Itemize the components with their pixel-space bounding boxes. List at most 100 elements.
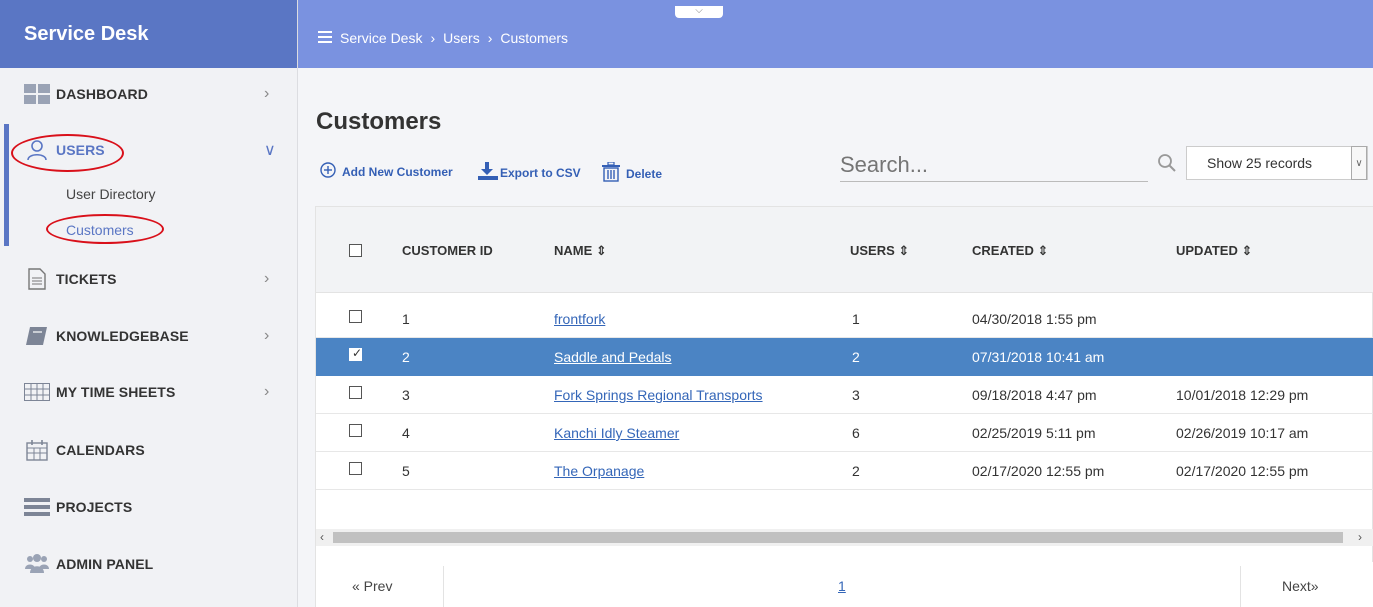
calendar-icon: [24, 439, 50, 461]
document-icon: [24, 268, 50, 290]
table-header: CUSTOMER ID NAME ⇕ USERS ⇕ CREATED ⇕ UPD…: [316, 207, 1373, 293]
scroll-left-icon[interactable]: ‹: [320, 530, 324, 544]
breadcrumb-item-service-desk[interactable]: Service Desk: [340, 30, 422, 46]
breadcrumb-item-users[interactable]: Users: [443, 30, 480, 46]
row-checkbox[interactable]: [349, 462, 362, 475]
search-icon[interactable]: [1158, 154, 1176, 175]
cell-name: Saddle and Pedals: [554, 349, 672, 365]
collapse-header-toggle[interactable]: ⌵: [675, 6, 723, 18]
sidebar-item-admin-panel[interactable]: ADMIN PANEL: [0, 544, 298, 584]
app-title: Service Desk: [0, 0, 297, 68]
table-row-selected[interactable]: ✓ 2 Saddle and Pedals 2 07/31/2018 10:41…: [316, 338, 1373, 376]
table-row[interactable]: 5 The Orpanage 2 02/17/2020 12:55 pm 02/…: [316, 452, 1373, 490]
sidebar-item-label: ADMIN PANEL: [56, 556, 154, 572]
chevron-right-icon: ›: [264, 270, 270, 287]
breadcrumb-separator: ›: [430, 30, 436, 46]
delete-label: Delete: [626, 166, 663, 181]
sidebar-item-label: CALENDARS: [56, 442, 145, 458]
cell-customer-id: 5: [402, 463, 410, 479]
cell-created: 09/18/2018 4:47 pm: [972, 387, 1097, 403]
prev-page-button[interactable]: « Prev: [352, 578, 392, 594]
sidebar-item-projects[interactable]: PROJECTS: [0, 487, 298, 527]
timesheet-grid-icon: [24, 381, 50, 403]
select-all-checkbox[interactable]: [349, 244, 362, 257]
menu-icon[interactable]: [318, 30, 332, 46]
customer-name-link[interactable]: Saddle and Pedals: [554, 349, 672, 365]
top-bar: ⌵ Service Desk › Users › Customers: [298, 0, 1373, 68]
column-header-created[interactable]: CREATED ⇕: [972, 243, 1048, 259]
row-checkbox[interactable]: [349, 424, 362, 437]
row-checkbox[interactable]: [349, 310, 362, 323]
sidebar-item-label: PROJECTS: [56, 499, 133, 515]
chevron-right-icon: ›: [264, 383, 270, 400]
divider: [1240, 566, 1241, 607]
cell-updated: 02/26/2019 10:17 am: [1176, 425, 1309, 441]
sidebar-item-calendars[interactable]: CALENDARS: [0, 430, 298, 470]
cell-created: 07/31/2018 10:41 am: [972, 349, 1105, 365]
records-per-page-select[interactable]: Show 25 records ∨: [1186, 146, 1368, 180]
row-checkbox-checked[interactable]: ✓: [349, 346, 363, 361]
cell-name: Kanchi Idly Steamer: [554, 425, 679, 441]
chevron-right-icon: ›: [264, 85, 270, 102]
cell-customer-id: 2: [402, 349, 410, 365]
sidebar-item-knowledgebase[interactable]: KNOWLEDGEBASE ›: [0, 316, 298, 356]
admin-group-icon: [24, 553, 50, 575]
search-input[interactable]: [840, 148, 1148, 182]
breadcrumb-item-customers: Customers: [500, 30, 569, 46]
customer-name-link[interactable]: Fork Springs Regional Transports: [554, 387, 763, 403]
column-header-name[interactable]: NAME ⇕: [554, 243, 607, 259]
table-row[interactable]: 3 Fork Springs Regional Transports 3 09/…: [316, 376, 1373, 414]
page-title: Customers: [316, 108, 442, 135]
table-row[interactable]: 1 frontfork 1 04/30/2018 1:55 pm: [316, 300, 1373, 338]
cell-users: 2: [852, 349, 860, 365]
scrollbar-thumb[interactable]: [333, 532, 1343, 543]
dashboard-icon: [24, 83, 50, 105]
delete-button[interactable]: Delete: [602, 161, 663, 185]
sidebar-item-dashboard[interactable]: DASHBOARD ›: [0, 74, 298, 114]
divider: [443, 566, 444, 607]
cell-updated: 02/17/2020 12:55 pm: [1176, 463, 1309, 479]
cell-updated: 10/01/2018 12:29 pm: [1176, 387, 1309, 403]
column-header-updated[interactable]: UPDATED ⇕: [1176, 243, 1252, 259]
export-to-csv-button[interactable]: Export to CSV: [478, 162, 581, 183]
sidebar-item-tickets[interactable]: TICKETS ›: [0, 259, 298, 299]
plus-circle-icon: [320, 162, 336, 181]
horizontal-scrollbar[interactable]: ‹ ›: [316, 529, 1373, 546]
pagination: « Prev 1 Next»: [316, 562, 1373, 607]
sidebar-item-label: KNOWLEDGEBASE: [56, 328, 189, 344]
cell-name: frontfork: [554, 311, 605, 327]
cell-users: 3: [852, 387, 860, 403]
export-to-csv-label: Export to CSV: [500, 165, 581, 180]
column-header-users[interactable]: USERS ⇕: [850, 243, 909, 259]
customer-name-link[interactable]: The Orpanage: [554, 463, 644, 479]
book-icon: [24, 325, 50, 347]
page-link[interactable]: 1: [838, 578, 846, 594]
sidebar-item-my-time-sheets[interactable]: MY TIME SHEETS ›: [0, 372, 298, 412]
cell-users: 2: [852, 463, 860, 479]
download-icon: [478, 162, 498, 183]
chevron-down-icon: ∨: [1351, 146, 1367, 180]
breadcrumb-separator: ›: [487, 30, 493, 46]
column-header-customer-id[interactable]: CUSTOMER ID: [402, 243, 493, 258]
cell-users: 1: [852, 311, 860, 327]
sidebar-subitem-user-directory[interactable]: User Directory: [66, 186, 155, 202]
annotation-circle-users: [11, 134, 124, 172]
checkmark-icon: ✓: [352, 346, 363, 360]
customer-name-link[interactable]: Kanchi Idly Steamer: [554, 425, 679, 441]
cell-name: Fork Springs Regional Transports: [554, 387, 763, 403]
customer-name-link[interactable]: frontfork: [554, 311, 605, 327]
chevron-down-icon: ⌵: [695, 5, 703, 16]
cell-customer-id: 3: [402, 387, 410, 403]
next-page-button[interactable]: Next»: [1282, 578, 1319, 594]
add-new-customer-button[interactable]: Add New Customer: [320, 162, 453, 181]
cell-users: 6: [852, 425, 860, 441]
scroll-right-icon[interactable]: ›: [1358, 530, 1362, 544]
cell-customer-id: 4: [402, 425, 410, 441]
cell-created: 02/25/2019 5:11 pm: [972, 425, 1096, 441]
projects-icon: [24, 496, 50, 518]
table-row[interactable]: 4 Kanchi Idly Steamer 6 02/25/2019 5:11 …: [316, 414, 1373, 452]
sidebar: Service Desk DASHBOARD › USERS ∨ User Di…: [0, 0, 298, 607]
row-checkbox[interactable]: [349, 386, 362, 399]
cell-created: 02/17/2020 12:55 pm: [972, 463, 1105, 479]
sidebar-item-label: DASHBOARD: [56, 86, 148, 102]
